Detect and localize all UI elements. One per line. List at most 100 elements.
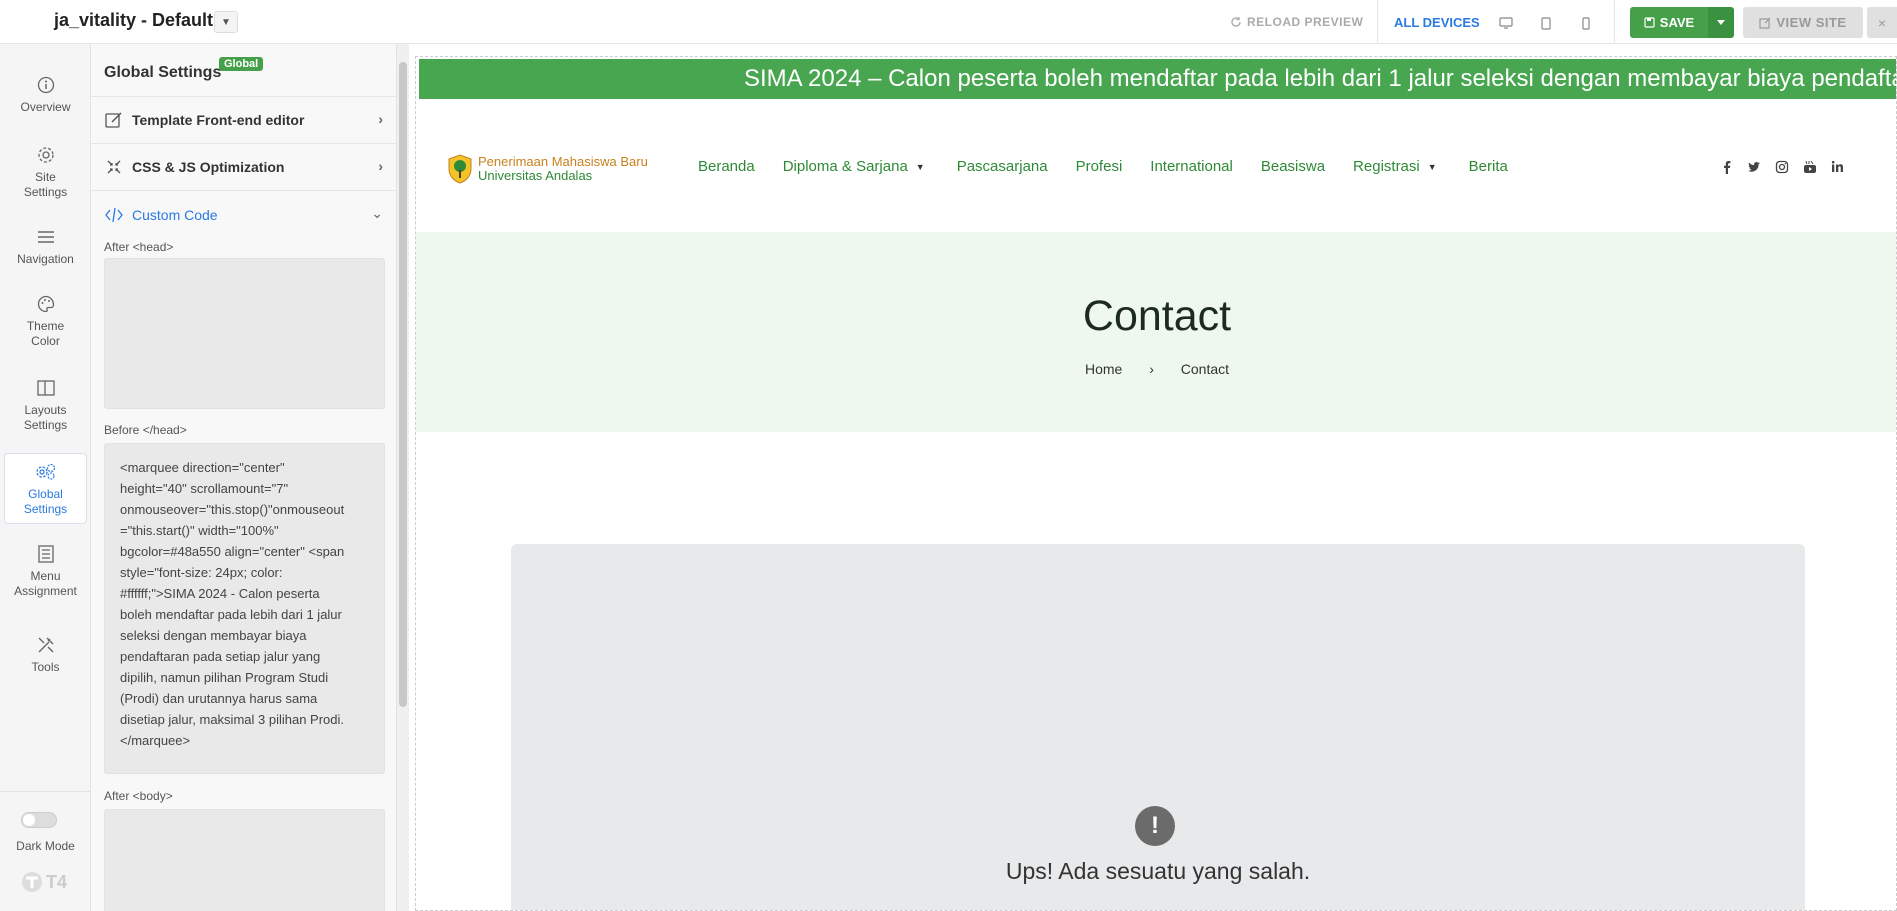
logo-line2: Universitas Andalas	[478, 168, 593, 183]
nav-label: Theme Color	[26, 319, 65, 348]
template-dropdown-button[interactable]: ▼	[214, 11, 238, 33]
breadcrumb: Home › Contact	[416, 361, 1896, 377]
nav-item-menu-assignment[interactable]: Menu Assignment	[4, 543, 87, 599]
t4-logo: T4	[20, 870, 67, 894]
university-logo-icon	[448, 154, 472, 184]
menu-item-profesi[interactable]: Profesi	[1076, 158, 1123, 175]
nav-item-overview[interactable]: Overview	[4, 74, 87, 115]
toolbar-divider	[1377, 0, 1378, 44]
dark-mode-label: Dark Mode	[16, 839, 75, 853]
save-label: SAVE	[1659, 15, 1695, 30]
left-navigation: Overview Site Settings Navigation Theme …	[0, 44, 91, 911]
tablet-icon[interactable]	[1537, 14, 1555, 32]
page-hero: Contact Home › Contact	[416, 232, 1896, 432]
site-header: Penerimaan Mahasiswa Baru Universitas An…	[416, 102, 1896, 237]
nav-label: Overview	[20, 100, 71, 114]
facebook-icon[interactable]	[1721, 160, 1733, 174]
panel-scrollbar[interactable]	[397, 44, 409, 911]
info-icon	[35, 74, 57, 96]
nav-item-site-settings[interactable]: Site Settings	[4, 144, 87, 200]
chevron-right-icon: ›	[378, 111, 383, 127]
nav-item-global-settings[interactable]: Global Settings	[4, 453, 87, 524]
nav-label: Menu Assignment	[14, 569, 77, 598]
top-toolbar: ja_vitality - Default ▼ RELOAD PREVIEW A…	[0, 0, 1897, 44]
toolbar-divider	[1614, 0, 1615, 44]
menu-item-beranda[interactable]: Beranda	[698, 158, 755, 175]
global-settings-panel: Global Settings Global Template Front-en…	[91, 44, 397, 911]
nav-label: Site Settings	[23, 170, 68, 199]
gear-icon	[35, 144, 57, 166]
nav-item-theme-color[interactable]: Theme Color	[4, 293, 87, 349]
code-icon	[104, 205, 124, 225]
nav-label: Navigation	[17, 252, 74, 266]
logo-line1: Penerimaan Mahasiswa Baru	[478, 154, 648, 169]
palette-icon	[35, 293, 57, 315]
menu-item-beasiswa[interactable]: Beasiswa	[1261, 158, 1325, 175]
linkedin-icon[interactable]	[1831, 160, 1844, 173]
section-template-frontend-editor[interactable]: Template Front-end editor ›	[91, 97, 396, 144]
breadcrumb-current: Contact	[1180, 361, 1230, 377]
map-embed: ! Ups! Ada sesuatu yang salah.	[511, 544, 1805, 910]
twitter-icon[interactable]	[1747, 160, 1761, 174]
all-devices-button[interactable]: ALL DEVICES	[1394, 0, 1480, 44]
after-body-label: After <body>	[104, 789, 173, 803]
instagram-icon[interactable]	[1775, 160, 1789, 174]
before-head-close-textarea[interactable]: <marquee direction="center" height="40" …	[104, 443, 385, 774]
close-button[interactable]: ×	[1867, 7, 1897, 38]
menu-label: Diploma & Sarjana	[782, 158, 908, 175]
tools-icon	[35, 634, 57, 656]
before-head-close-label: Before </head>	[104, 423, 187, 437]
after-head-label: After <head>	[104, 240, 174, 254]
t4-logo-text: T4	[46, 871, 68, 892]
desktop-icon[interactable]	[1497, 14, 1515, 32]
scrollbar-thumb[interactable]	[399, 62, 407, 707]
view-site-label: VIEW SITE	[1776, 15, 1847, 30]
logo-text: Penerimaan Mahasiswa Baru Universitas An…	[478, 155, 648, 183]
floppy-icon	[1644, 17, 1655, 28]
after-body-textarea[interactable]	[104, 809, 385, 911]
nav-label: Layouts Settings	[23, 403, 68, 432]
nav-item-layouts-settings[interactable]: Layouts Settings	[4, 377, 87, 433]
reload-preview-button[interactable]: RELOAD PREVIEW	[1230, 0, 1363, 44]
reload-icon	[1231, 17, 1241, 27]
error-icon: !	[1135, 806, 1175, 846]
nav-label: Global Settings	[23, 487, 68, 516]
after-head-textarea[interactable]	[104, 258, 385, 409]
save-button[interactable]: SAVE	[1630, 7, 1708, 38]
menu-label: Registrasi	[1353, 158, 1420, 175]
site-logo[interactable]: Penerimaan Mahasiswa Baru Universitas An…	[446, 154, 648, 184]
mobile-icon[interactable]	[1577, 14, 1595, 32]
save-options-dropdown[interactable]	[1708, 7, 1734, 38]
breadcrumb-home[interactable]: Home	[1085, 361, 1122, 377]
youtube-icon[interactable]	[1803, 160, 1817, 174]
edit-icon	[104, 110, 124, 130]
site-preview: SIMA 2024 – Calon peserta boleh mendafta…	[415, 56, 1897, 911]
caret-down-icon: ▼	[1427, 161, 1437, 172]
menu-item-diploma-sarjana[interactable]: Diploma & Sarjana ▼	[783, 158, 925, 175]
dark-mode-toggle[interactable]	[21, 812, 57, 828]
nav-divider	[0, 791, 91, 792]
section-label: Custom Code	[132, 206, 218, 223]
section-custom-code[interactable]: Custom Code ⌄	[91, 191, 396, 238]
panel-header: Global Settings Global	[91, 44, 396, 97]
nav-item-tools[interactable]: Tools	[4, 634, 87, 675]
menu-item-registrasi[interactable]: Registrasi ▼	[1353, 158, 1437, 175]
menu-item-pascasarjana[interactable]: Pascasarjana	[957, 158, 1048, 175]
t4-logo-icon	[22, 872, 42, 892]
error-message: Ups! Ada sesuatu yang salah.	[1005, 858, 1311, 884]
page-title: Contact	[1082, 292, 1232, 340]
nav-item-navigation[interactable]: Navigation	[4, 226, 87, 267]
section-css-js-optimization[interactable]: CSS & JS Optimization ›	[91, 144, 396, 191]
global-badge: Global	[219, 57, 264, 71]
template-title: ja_vitality - Default	[54, 10, 214, 30]
view-site-button[interactable]: VIEW SITE	[1743, 7, 1863, 38]
menu-item-international[interactable]: International	[1150, 158, 1233, 175]
main-menu: Beranda Diploma & Sarjana ▼ Pascasarjana …	[698, 158, 1508, 175]
gears-icon	[35, 461, 57, 483]
section-label: CSS & JS Optimization	[132, 159, 285, 175]
panel-title: Global Settings	[104, 64, 222, 81]
menu-icon	[35, 226, 57, 248]
chevron-right-icon: ›	[378, 158, 383, 174]
announcement-marquee[interactable]: SIMA 2024 – Calon peserta boleh mendafta…	[419, 59, 1896, 99]
menu-item-berita[interactable]: Berita	[1469, 158, 1508, 175]
